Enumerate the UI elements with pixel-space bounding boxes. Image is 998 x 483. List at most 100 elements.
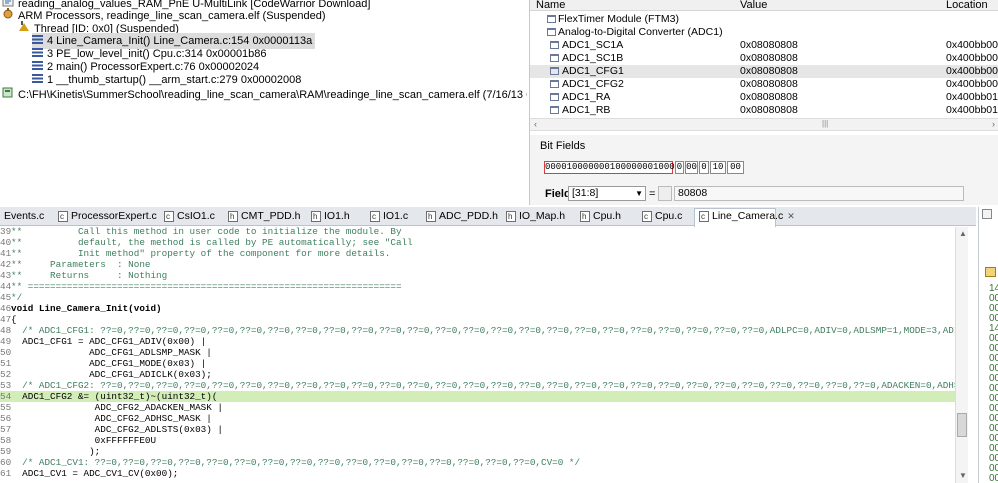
- code-line: 46void Line_Camera_Init(void): [0, 303, 958, 314]
- register-name: ADC1_SC1B: [562, 52, 624, 64]
- register-row[interactable]: Analog-to-Digital Converter (ADC1): [530, 26, 998, 39]
- bit-field-segment[interactable]: 00: [685, 161, 698, 174]
- line-number: 59: [0, 446, 12, 457]
- debug-view: reading_analog_values_RAM_PnE U-MultiLin…: [0, 0, 527, 205]
- register-row[interactable]: FlexTimer Module (FTM3): [530, 13, 998, 26]
- editor-tab[interactable]: IO1.c: [366, 209, 408, 226]
- line-number: 50: [0, 347, 12, 358]
- code-line: 40** default, the method is called by PE…: [0, 237, 958, 248]
- bit-field-segment[interactable]: 00: [727, 161, 744, 174]
- code-line: 41** Init method" property of the compon…: [0, 248, 958, 259]
- bit-field-selected[interactable]: 000010000000100000001000: [544, 161, 675, 174]
- register-row[interactable]: ADC1_SC1B 0x08080808 0x400bb004: [530, 52, 998, 65]
- code-text: ADC1_CFG1 = ADC_CFG1_ADIV(0x00) |: [11, 336, 207, 347]
- debug-tree-item-label: 1 __thumb_startup() __arm_start.c:279 0x…: [47, 74, 302, 87]
- scroll-down-icon[interactable]: ▼: [959, 471, 967, 480]
- scroll-up-icon[interactable]: ▲: [959, 229, 967, 238]
- register-row[interactable]: ADC1_CFG1 0x08080808 0x400bb008: [530, 65, 998, 78]
- line-number: 56: [0, 413, 12, 424]
- registers-header: Name Value Location: [530, 0, 998, 11]
- editor-tab-label: IO_Map.h: [519, 210, 566, 222]
- editor-tab[interactable]: IO_Map.h: [502, 209, 565, 226]
- code-line: 43** Returns : Nothing: [0, 270, 958, 281]
- line-number: 55: [0, 402, 12, 413]
- register-value[interactable]: 0x08080808: [740, 52, 798, 65]
- code-text: ** Returns : Nothing: [11, 270, 168, 281]
- editor-vertical-scrollbar[interactable]: ▲ ▼: [955, 227, 968, 483]
- editor-tab-label: CMT_PDD.h: [241, 210, 301, 222]
- code-text: ADC_CFG1_ADLSMP_MASK |: [11, 347, 212, 358]
- column-header-name[interactable]: Name: [536, 0, 565, 11]
- field-select[interactable]: [31:8] ▼: [568, 186, 646, 201]
- field-value-input[interactable]: 80808: [674, 186, 964, 201]
- right-side-panel: 1400000014000000000000000000000000000000: [978, 207, 998, 483]
- register-row[interactable]: ADC1_SC1A 0x08080808 0x400bb000: [530, 39, 998, 52]
- bit-field-segment[interactable]: 0: [699, 161, 709, 174]
- editor-tab[interactable]: CMT_PDD.h: [224, 209, 301, 226]
- chevron-down-icon: ▼: [635, 189, 643, 198]
- minimize-icon[interactable]: [982, 209, 992, 219]
- editor-tab[interactable]: Cpu.h: [576, 209, 621, 226]
- format-toggle-button[interactable]: [658, 186, 672, 201]
- register-value[interactable]: 0x08080808: [740, 39, 798, 52]
- line-number: 47: [0, 314, 12, 325]
- line-number: 61: [0, 468, 12, 479]
- register-value[interactable]: 0x08080808: [740, 104, 798, 117]
- debug-tree-item-label: C:\FH\Kinetis\SummerSchool\reading_line_…: [18, 89, 527, 102]
- register-row[interactable]: ADC1_RB 0x08080808 0x400bb014: [530, 104, 998, 117]
- code-editor[interactable]: 39** Call this method in user code to in…: [0, 227, 958, 483]
- editor-tab-label: Events.c: [4, 210, 45, 222]
- registers-horizontal-scrollbar[interactable]: ‹ ||| ›: [530, 118, 998, 131]
- editor-tab-label: ProcessorExpert.c: [71, 210, 157, 222]
- register-value[interactable]: 0x08080808: [740, 65, 798, 78]
- close-icon[interactable]: ✕: [787, 209, 795, 224]
- register-name: FlexTimer Module (FTM3): [558, 13, 679, 25]
- stack-frame-icon: [32, 72, 43, 88]
- line-number: 44: [0, 281, 12, 292]
- code-line: 55 ADC_CFG2_ADACKEN_MASK |: [0, 402, 958, 413]
- bit-field-segment[interactable]: 10: [710, 161, 726, 174]
- code-text: /* ADC1_CFG1: ??=0,??=0,??=0,??=0,??=0,?…: [11, 325, 958, 336]
- code-line: 49 ADC1_CFG1 = ADC_CFG1_ADIV(0x00) |: [0, 336, 958, 347]
- line-number: 45: [0, 292, 12, 303]
- code-text: );: [11, 446, 101, 457]
- register-name: ADC1_CFG1: [562, 65, 624, 77]
- scroll-thumb[interactable]: [957, 413, 967, 437]
- register-value[interactable]: 0x08080808: [740, 91, 798, 104]
- scroll-left-icon[interactable]: ‹: [534, 119, 537, 129]
- code-line: 39** Call this method in user code to in…: [0, 227, 958, 237]
- register-name: ADC1_CFG2: [562, 78, 624, 90]
- header-file-icon: [506, 209, 516, 224]
- editor-tab[interactable]: ADC_PDD.h: [422, 209, 498, 226]
- editor-tab[interactable]: Line_Camera.c✕: [694, 208, 795, 227]
- editor-tab[interactable]: Events.c: [0, 209, 44, 226]
- bit-field-segment[interactable]: 0: [675, 161, 684, 174]
- register-row[interactable]: ADC1_CFG2 0x08080808 0x400bb00c: [530, 78, 998, 91]
- editor-tab[interactable]: ProcessorExpert.c: [54, 209, 157, 226]
- register-location: 0x400bb014: [946, 104, 998, 116]
- scroll-right-icon[interactable]: ›: [992, 119, 995, 129]
- code-text: ADC_CFG1_MODE(0x03) |: [11, 358, 207, 369]
- code-text: /* ADC1_CV1: ??=0,??=0,??=0,??=0,??=0,??…: [11, 457, 581, 468]
- code-text: ** Init method" property of the componen…: [11, 248, 391, 259]
- code-line: 60 /* ADC1_CV1: ??=0,??=0,??=0,??=0,??=0…: [0, 457, 958, 468]
- register-name: ADC1_RA: [562, 91, 611, 103]
- header-file-icon: [426, 209, 436, 224]
- code-line: 58 0xFFFFFFE0U: [0, 435, 958, 446]
- register-row[interactable]: ADC1_RA 0x08080808 0x400bb010: [530, 91, 998, 104]
- register-icon: [550, 41, 559, 49]
- code-text: ADC_CFG2_ADLSTS(0x03) |: [11, 424, 224, 435]
- debug-tree-item[interactable]: 1 __thumb_startup() __arm_start.c:279 0x…: [32, 72, 301, 88]
- editor-tab[interactable]: Cpu.c: [638, 209, 682, 226]
- debug-tree-item[interactable]: C:\FH\Kinetis\SummerSchool\reading_line_…: [2, 87, 527, 103]
- column-header-value[interactable]: Value: [740, 0, 767, 11]
- register-value[interactable]: 0x08080808: [740, 78, 798, 91]
- editor-tab[interactable]: IO1.h: [307, 209, 350, 226]
- column-header-location[interactable]: Location: [946, 0, 988, 11]
- code-line: 47{: [0, 314, 958, 325]
- code-line: 54 ADC1_CFG2 &= (uint32_t)~(uint32_t)(: [0, 391, 958, 402]
- memory-view-icon[interactable]: [985, 267, 996, 277]
- bit-fields-title: Bit Fields: [540, 140, 586, 152]
- scroll-thumb-grip[interactable]: |||: [822, 119, 828, 128]
- editor-tab[interactable]: CsIO1.c: [160, 209, 215, 226]
